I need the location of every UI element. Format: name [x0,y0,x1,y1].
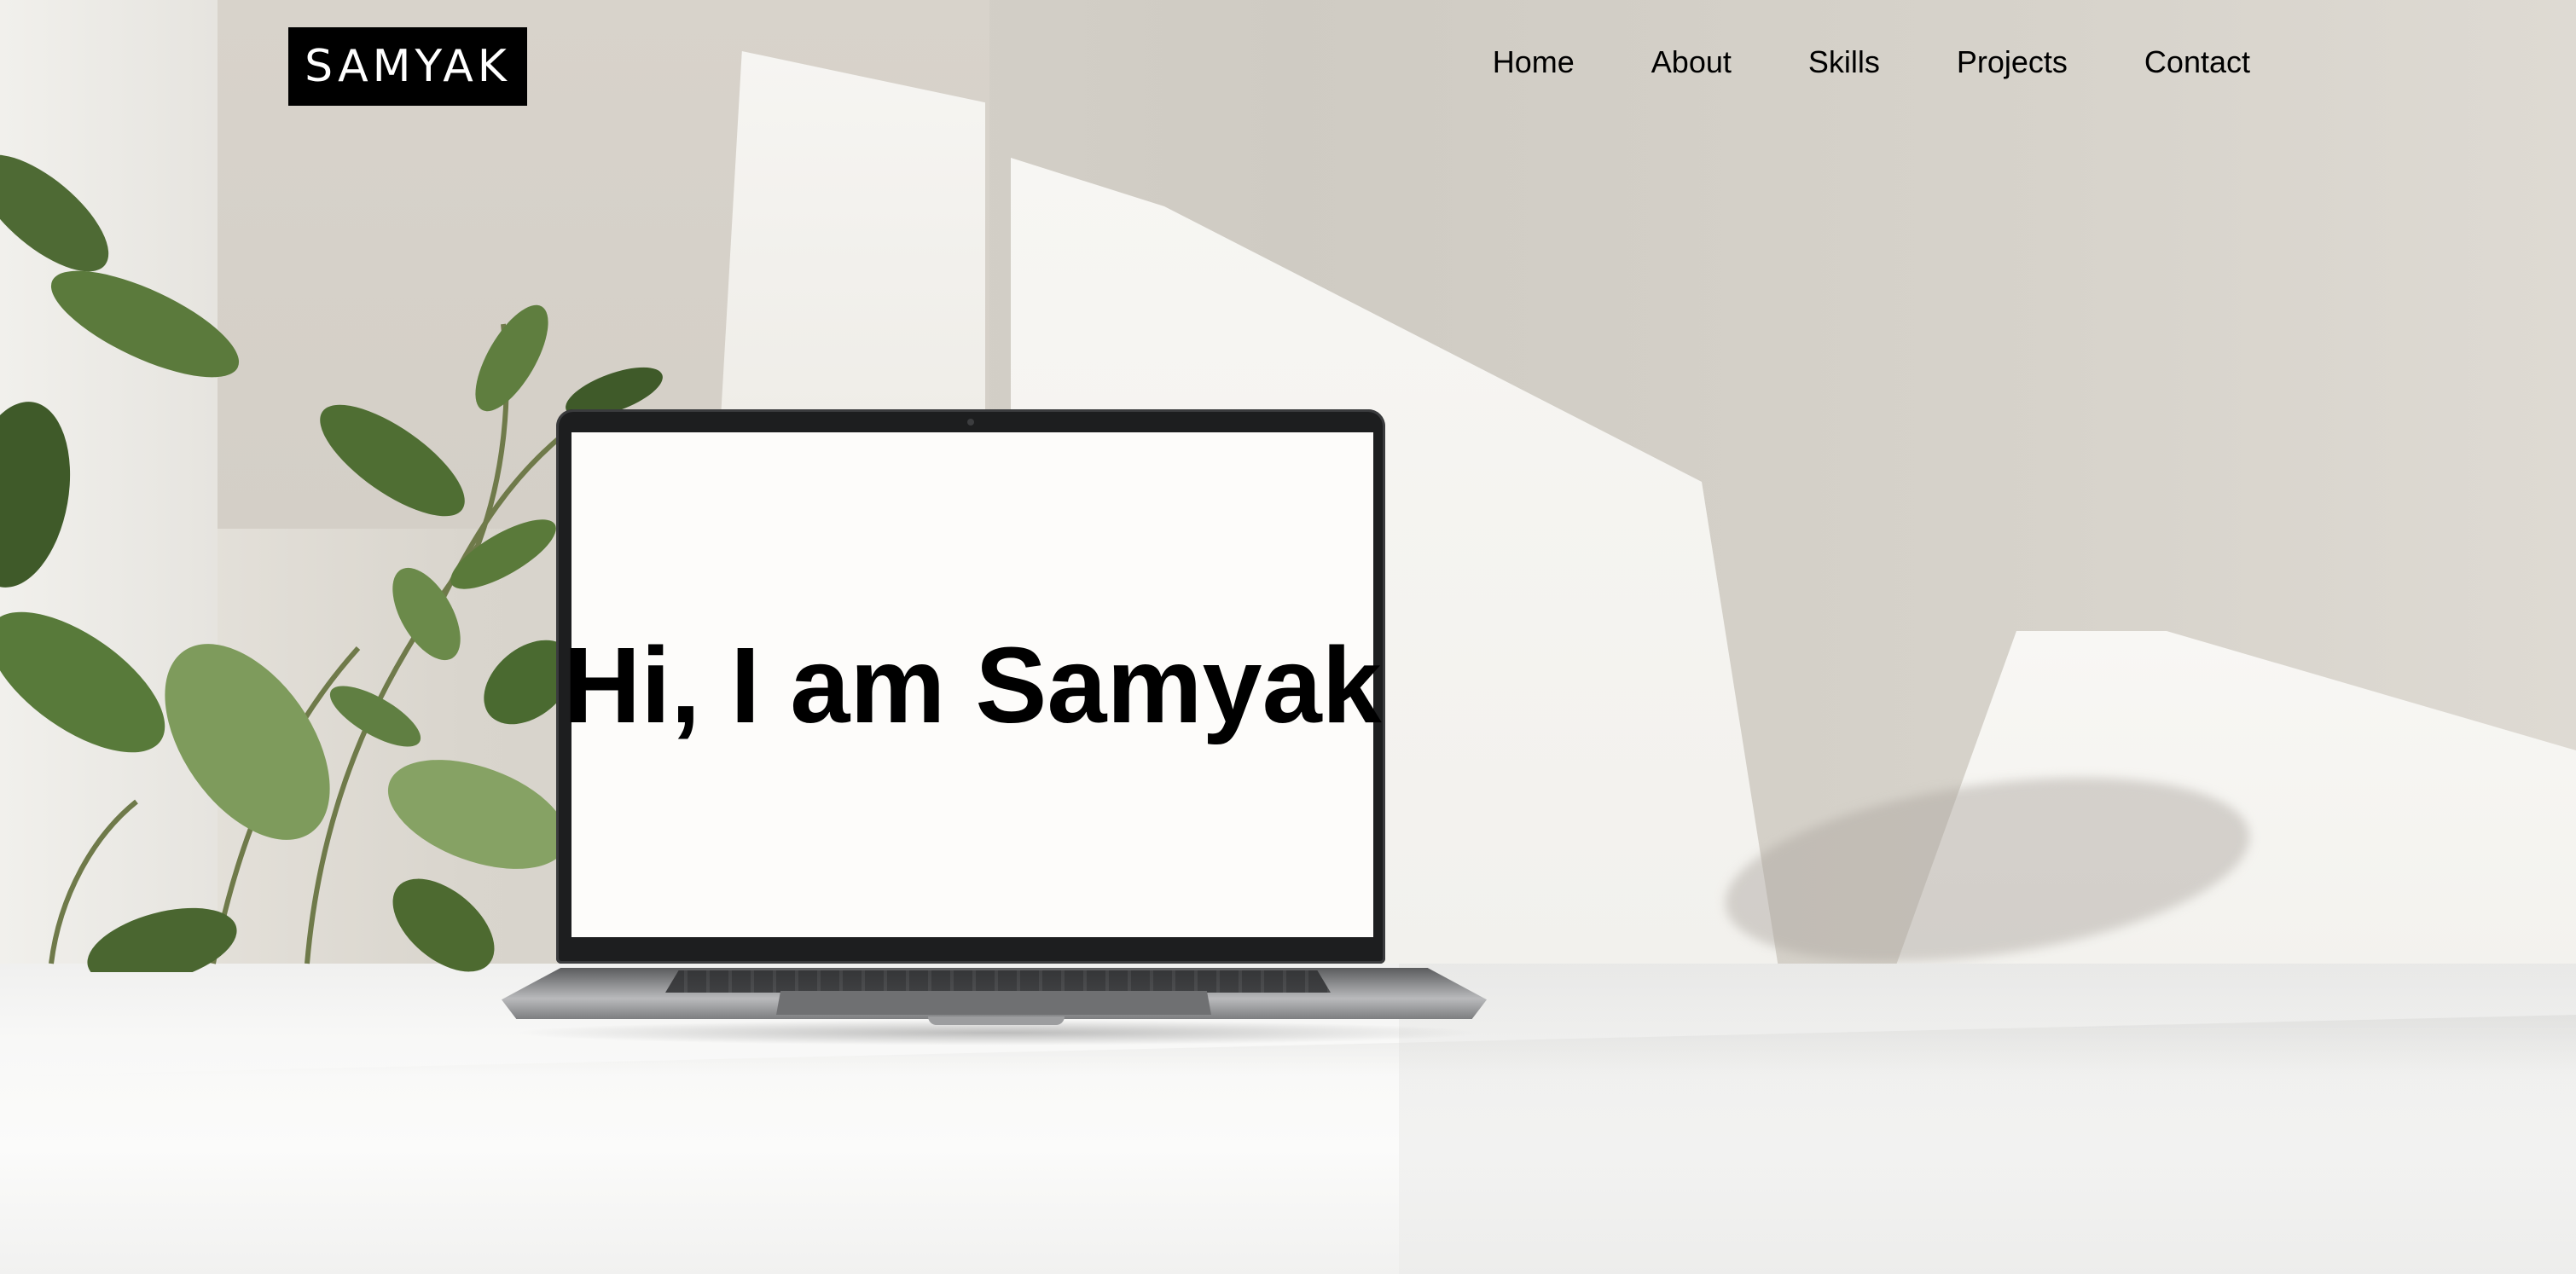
navbar: SAMYAK Home About Skills Projects Contac… [0,0,2576,133]
logo[interactable]: SAMYAK [288,27,527,106]
nav-item-contact: Contact [2144,44,2250,80]
nav-link-about[interactable]: About [1651,44,1732,79]
webcam-dot [967,419,974,426]
laptop-trackpad [776,991,1211,1015]
nav-item-about: About [1651,44,1732,80]
nav-item-home: Home [1493,44,1575,80]
nav-link-projects[interactable]: Projects [1957,44,2068,79]
hero-title: Hi, I am Samyak [563,624,1382,745]
nav-link-home[interactable]: Home [1493,44,1575,79]
nav-link-skills[interactable]: Skills [1808,44,1880,79]
nav-links: Home About Skills Projects Contact [1493,44,2250,80]
nav-item-projects: Projects [1957,44,2068,80]
laptop-keyboard [665,970,1331,993]
laptop-screen: Hi, I am Samyak [563,432,1382,937]
nav-link-contact[interactable]: Contact [2144,44,2250,79]
nav-item-skills: Skills [1808,44,1880,80]
logo-text: SAMYAK [305,41,511,92]
desk-shade [1399,964,2576,1274]
hero-section: Hi, I am Samyak SAMYAK Home About Skills… [0,0,2576,1274]
laptop-notch [928,1016,1065,1025]
